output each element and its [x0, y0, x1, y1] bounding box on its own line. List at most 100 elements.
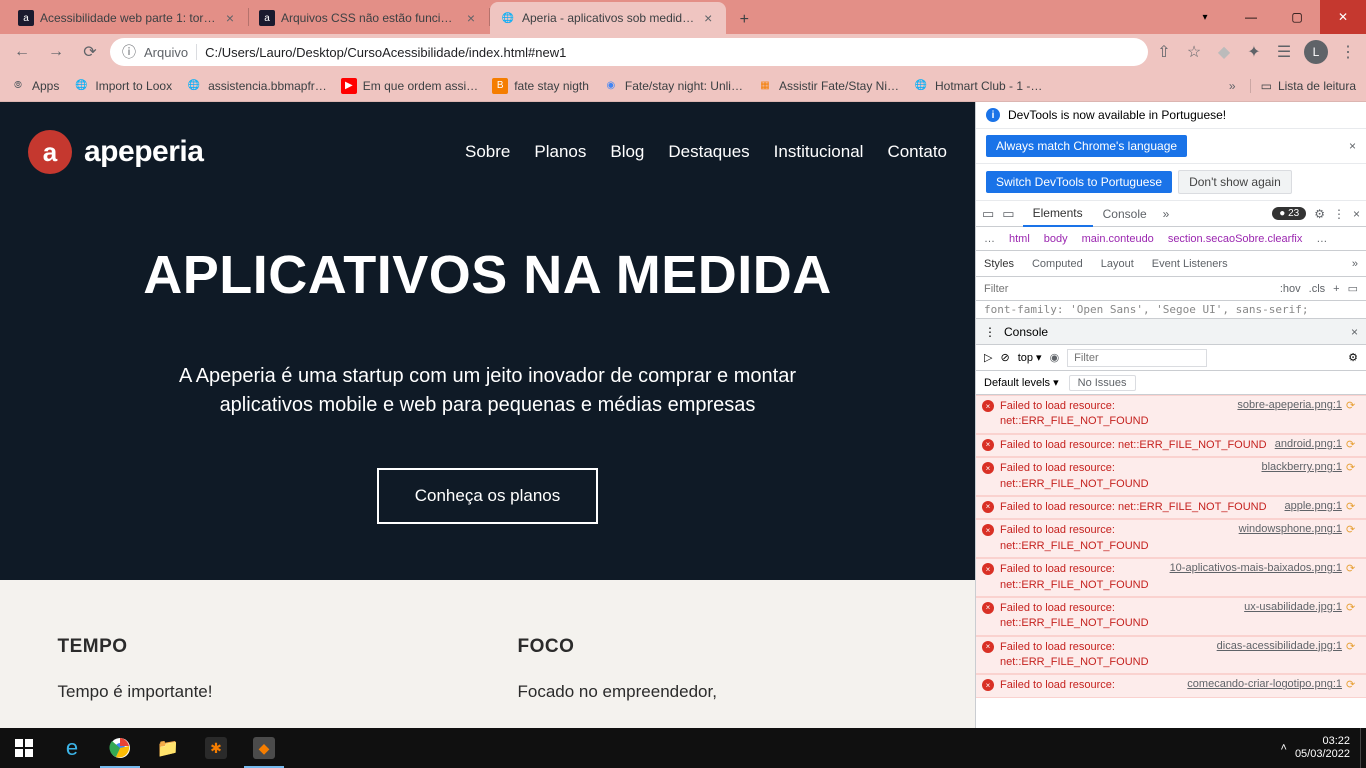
device-toolbar-icon[interactable]: ▭: [1002, 206, 1014, 222]
error-source-link[interactable]: ux-usabilidade.jpg:1: [1244, 601, 1342, 632]
breadcrumb-item[interactable]: body: [1044, 233, 1068, 245]
maximize-button[interactable]: ▢: [1274, 0, 1320, 34]
taskbar-explorer[interactable]: 📁: [144, 728, 192, 768]
taskbar-sublime[interactable]: ◆: [240, 728, 288, 768]
show-desktop-button[interactable]: [1360, 728, 1366, 768]
clear-console-icon[interactable]: ⊘: [1000, 351, 1009, 364]
nav-link-sobre[interactable]: Sobre: [465, 142, 510, 162]
close-icon[interactable]: ×: [1353, 207, 1360, 221]
gear-icon[interactable]: ⚙: [1314, 207, 1325, 221]
browser-tab-1[interactable]: a Arquivos CSS não estão funciona… ×: [249, 2, 489, 34]
apps-button[interactable]: ⦾ Apps: [10, 78, 59, 94]
error-source-link[interactable]: 10-aplicativos-mais-baixados.png:1: [1170, 562, 1342, 593]
menu-icon[interactable]: ⋮: [1338, 42, 1358, 62]
more-tabs-icon[interactable]: »: [1352, 258, 1358, 270]
error-source-link[interactable]: windowsphone.png:1: [1239, 523, 1342, 554]
console-filter-input[interactable]: [1067, 349, 1207, 367]
nav-link-destaques[interactable]: Destaques: [668, 142, 749, 162]
breadcrumb-item[interactable]: section.secaoSobre.clearfix: [1168, 233, 1303, 245]
system-tray[interactable]: ˄ 03:22 05/03/2022: [1281, 735, 1361, 761]
bookmark-star-icon[interactable]: ☆: [1184, 42, 1204, 62]
error-source-link[interactable]: android.png:1: [1275, 438, 1342, 453]
kebab-icon[interactable]: ⋮: [1333, 207, 1345, 221]
error-source-link[interactable]: blackberry.png:1: [1261, 461, 1342, 492]
site-info-icon[interactable]: ⓘ: [122, 42, 136, 62]
bookmark-item[interactable]: 🌐assistencia.bbmapfr…: [186, 78, 327, 94]
bookmark-item[interactable]: 🌐Import to Loox: [73, 78, 172, 94]
execute-icon[interactable]: ▷: [984, 351, 992, 364]
taskbar-chrome[interactable]: [96, 728, 144, 768]
nav-link-blog[interactable]: Blog: [610, 142, 644, 162]
back-button[interactable]: ←: [8, 38, 36, 66]
share-icon[interactable]: ⇧: [1154, 42, 1174, 62]
bookmark-item[interactable]: ◉Fate/stay night: Unli…: [603, 78, 743, 94]
tab-event-listeners[interactable]: Event Listeners: [1152, 258, 1228, 270]
console-error-row[interactable]: ×Failed to load resource: net::ERR_FILE_…: [976, 434, 1366, 457]
hov-toggle[interactable]: :hov: [1280, 283, 1301, 295]
error-source-link[interactable]: apple.png:1: [1285, 500, 1343, 515]
reload-button[interactable]: ⟳: [76, 38, 104, 66]
tab-console[interactable]: Console: [1093, 201, 1157, 227]
breadcrumb-item[interactable]: html: [1009, 233, 1030, 245]
log-levels-dropdown[interactable]: Default levels ▾: [984, 376, 1059, 389]
browser-tab-2[interactable]: 🌐 Aperia - aplicativos sob medid… ×: [490, 2, 726, 34]
console-error-row[interactable]: ×Failed to load resource: net::ERR_FILE_…: [976, 636, 1366, 675]
close-icon[interactable]: ×: [700, 10, 716, 26]
reading-list-icon[interactable]: ☰: [1274, 42, 1294, 62]
bookmark-item[interactable]: Bfate stay nigth: [492, 78, 589, 94]
context-selector[interactable]: top ▾: [1018, 351, 1042, 364]
breadcrumb-more[interactable]: …: [1316, 233, 1327, 245]
console-error-row[interactable]: ×Failed to load resource: net::ERR_FILE_…: [976, 496, 1366, 519]
box-model-icon[interactable]: ▭: [1348, 282, 1358, 295]
forward-button[interactable]: →: [42, 38, 70, 66]
tray-chevron-icon[interactable]: ˄: [1281, 742, 1287, 754]
start-button[interactable]: [0, 728, 48, 768]
tab-elements[interactable]: Elements: [1023, 201, 1093, 227]
no-issues-pill[interactable]: No Issues: [1069, 375, 1136, 391]
console-error-row[interactable]: ×Failed to load resource: net::ERR_FILE_…: [976, 558, 1366, 597]
extensions-puzzle-icon[interactable]: ✦: [1244, 42, 1264, 62]
nav-link-planos[interactable]: Planos: [534, 142, 586, 162]
close-icon[interactable]: ×: [222, 10, 238, 26]
cta-button[interactable]: Conheça os planos: [377, 468, 599, 524]
browser-tab-0[interactable]: a Acessibilidade web parte 1: torna… ×: [8, 2, 248, 34]
bookmark-item[interactable]: ▶Em que ordem assi…: [341, 78, 478, 94]
error-count-badge[interactable]: ● 23: [1272, 207, 1306, 220]
console-error-row[interactable]: ×Failed to load resource: net::ERR_FILE_…: [976, 597, 1366, 636]
site-logo[interactable]: a apeperia: [28, 130, 203, 174]
reading-list-button[interactable]: ▭ Lista de leitura: [1250, 79, 1356, 93]
kebab-icon[interactable]: ⋮: [984, 325, 996, 339]
breadcrumb-more[interactable]: …: [984, 233, 995, 245]
switch-portuguese-button[interactable]: Switch DevTools to Portuguese: [986, 171, 1172, 193]
close-icon[interactable]: ×: [463, 10, 479, 26]
breadcrumb-item[interactable]: main.conteudo: [1082, 233, 1154, 245]
minimize-button[interactable]: ―: [1228, 0, 1274, 34]
new-tab-button[interactable]: +: [730, 6, 758, 34]
omnibox[interactable]: ⓘ Arquivo C:/Users/Lauro/Desktop/CursoAc…: [110, 38, 1148, 66]
tab-layout[interactable]: Layout: [1101, 258, 1134, 270]
more-tabs-icon[interactable]: »: [1157, 207, 1176, 221]
close-window-button[interactable]: ✕: [1320, 0, 1366, 34]
error-source-link[interactable]: sobre-apeperia.png:1: [1237, 399, 1342, 430]
profile-avatar[interactable]: L: [1304, 40, 1328, 64]
tabs-dropdown-icon[interactable]: ▾: [1182, 0, 1228, 34]
nav-link-institucional[interactable]: Institucional: [774, 142, 864, 162]
new-style-rule-icon[interactable]: +: [1333, 283, 1339, 295]
console-error-row[interactable]: ×Failed to load resource:comecando-criar…: [976, 674, 1366, 697]
console-error-row[interactable]: ×Failed to load resource: net::ERR_FILE_…: [976, 519, 1366, 558]
taskbar-app[interactable]: ✱: [192, 728, 240, 768]
live-expression-icon[interactable]: ◉: [1050, 351, 1060, 364]
taskbar-ie[interactable]: e: [48, 728, 96, 768]
close-icon[interactable]: ×: [1349, 139, 1356, 153]
console-error-row[interactable]: ×Failed to load resource: net::ERR_FILE_…: [976, 457, 1366, 496]
close-icon[interactable]: ×: [1351, 325, 1358, 339]
inspect-element-icon[interactable]: ▭: [982, 206, 994, 222]
match-language-button[interactable]: Always match Chrome's language: [986, 135, 1187, 157]
error-source-link[interactable]: dicas-acessibilidade.jpg:1: [1217, 640, 1342, 671]
styles-filter-input[interactable]: [984, 283, 1272, 295]
cls-toggle[interactable]: .cls: [1309, 283, 1326, 295]
tab-styles[interactable]: Styles: [984, 258, 1014, 270]
error-source-link[interactable]: comecando-criar-logotipo.png:1: [1187, 678, 1342, 693]
bookmark-item[interactable]: ▦Assistir Fate/Stay Ni…: [757, 78, 899, 94]
bookmarks-overflow-icon[interactable]: »: [1229, 79, 1236, 93]
